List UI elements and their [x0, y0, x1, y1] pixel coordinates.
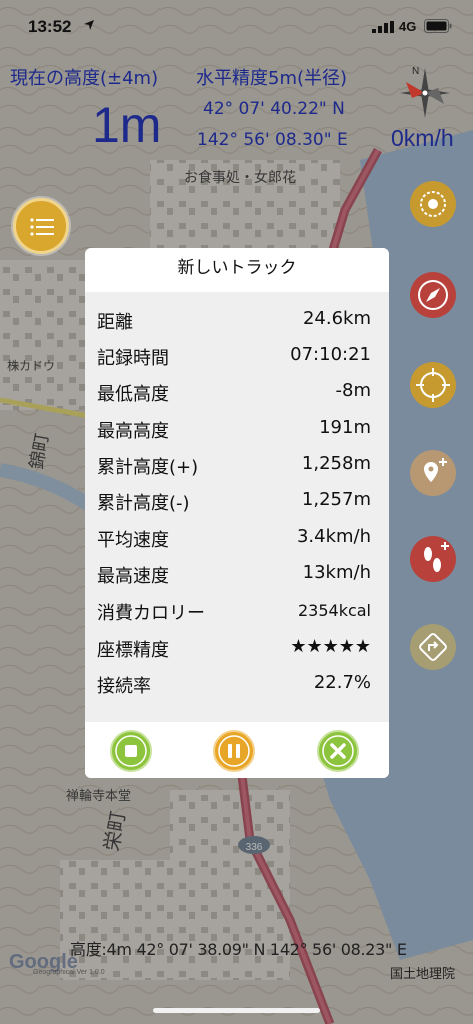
add-pin-icon: [410, 450, 456, 496]
flower-icon: [410, 181, 456, 227]
stat-value: -8m: [335, 380, 371, 401]
location-arrow-icon: [84, 20, 94, 30]
accuracy-stars: ★★★★★: [290, 636, 371, 657]
stat-label: 座標精度: [97, 640, 169, 661]
gsi-attribution: 国土地理院: [390, 967, 456, 982]
stat-label: 累計高度(-): [97, 493, 190, 514]
recenter-tool-button[interactable]: [410, 362, 456, 408]
footprints-button[interactable]: [410, 536, 456, 582]
cursor-coordinates: 高度:4m 42° 07' 38.09" N 142° 56' 08.23" E: [70, 940, 407, 959]
battery-icon: [424, 19, 452, 33]
route-sign-icon: [410, 624, 456, 670]
stat-value: 2354kcal: [297, 601, 371, 620]
stat-value: 07:10:21: [290, 344, 371, 365]
stat-row-total-descent: 累計高度(-) 1,257m: [97, 489, 371, 519]
google-sub-label: Geographical Ver 1.0.0: [33, 969, 105, 976]
stat-label: 最高高度: [97, 421, 169, 442]
altitude-value: 1m: [92, 97, 162, 153]
status-bar: 13:52 4G: [0, 0, 473, 50]
stat-row-total-ascent: 累計高度(+) 1,258m: [97, 453, 371, 483]
stat-row-avg-speed: 平均速度 3.4km/h: [97, 526, 371, 556]
stat-value: 13km/h: [302, 562, 371, 583]
menu-button[interactable]: [13, 198, 69, 254]
stat-row-connection-rate: 接続率 22.7%: [97, 672, 371, 702]
add-waypoint-button[interactable]: [410, 450, 456, 496]
signal-bars-icon: [372, 21, 394, 33]
stat-row-max-altitude: 最高高度 191m: [97, 417, 371, 447]
stat-row-min-altitude: 最低高度 -8m: [97, 380, 371, 410]
stat-value: 3.4km/h: [296, 526, 371, 547]
longitude-value: 142° 56' 08.30" E: [197, 130, 348, 150]
stat-label: 累計高度(+): [97, 457, 199, 478]
footprints-icon: [410, 536, 456, 582]
stat-value: 191m: [319, 417, 371, 438]
target-icon: [410, 362, 456, 408]
stat-row-duration: 記録時間 07:10:21: [97, 344, 371, 374]
close-button[interactable]: [317, 730, 359, 772]
close-icon: [317, 730, 359, 772]
status-time: 13:52: [28, 17, 72, 36]
stat-label: 記録時間: [97, 348, 169, 369]
dialog-title: 新しいトラック: [85, 248, 389, 292]
network-type: 4G: [399, 19, 417, 34]
stat-row-distance: 距離 24.6km: [97, 308, 371, 338]
stat-label: 最低高度: [97, 384, 169, 405]
stop-icon: [110, 730, 152, 772]
compass-letter: N: [412, 66, 419, 77]
list-menu-icon: [30, 218, 54, 236]
location-header: 現在の高度(±4m) 水平精度5m(半径) 1m 42° 07' 40.22" …: [0, 50, 473, 160]
compass-tool-button[interactable]: [410, 272, 456, 318]
route-tool-button[interactable]: [410, 624, 456, 670]
stat-label: 平均速度: [97, 530, 169, 551]
stat-value: 1,258m: [301, 453, 371, 474]
stat-label: 接続率: [97, 676, 151, 697]
new-track-dialog: 新しいトラック 距離 24.6km 記録時間 07:10:21 最低高度 -8m…: [85, 248, 389, 778]
stat-row-calories: 消費カロリー 2354kcal: [97, 599, 371, 629]
stop-button[interactable]: [110, 730, 152, 772]
latitude-value: 42° 07' 40.22" N: [203, 99, 345, 119]
stat-label: 消費カロリー: [97, 603, 205, 624]
compass-rose-icon[interactable]: N: [392, 62, 458, 124]
stat-label: 最高速度: [97, 566, 169, 587]
dialog-actions: [85, 722, 389, 778]
accuracy-label: 水平精度5m(半径): [196, 68, 348, 89]
pause-button[interactable]: [213, 730, 255, 772]
speed-value: 0km/h: [391, 125, 454, 151]
stat-value: 22.7%: [313, 672, 371, 693]
altitude-label: 現在の高度(±4m): [10, 68, 159, 89]
stat-row-max-speed: 最高速度 13km/h: [97, 562, 371, 592]
stat-label: 距離: [97, 312, 133, 333]
home-indicator[interactable]: [153, 1008, 320, 1013]
compass-icon: [410, 272, 456, 318]
sunflower-tool-button[interactable]: [410, 181, 456, 227]
stat-row-coord-accuracy: 座標精度 ★★★★★: [97, 636, 371, 666]
pause-icon: [213, 730, 255, 772]
stat-value: 1,257m: [301, 489, 371, 510]
stat-value: 24.6km: [302, 308, 371, 329]
